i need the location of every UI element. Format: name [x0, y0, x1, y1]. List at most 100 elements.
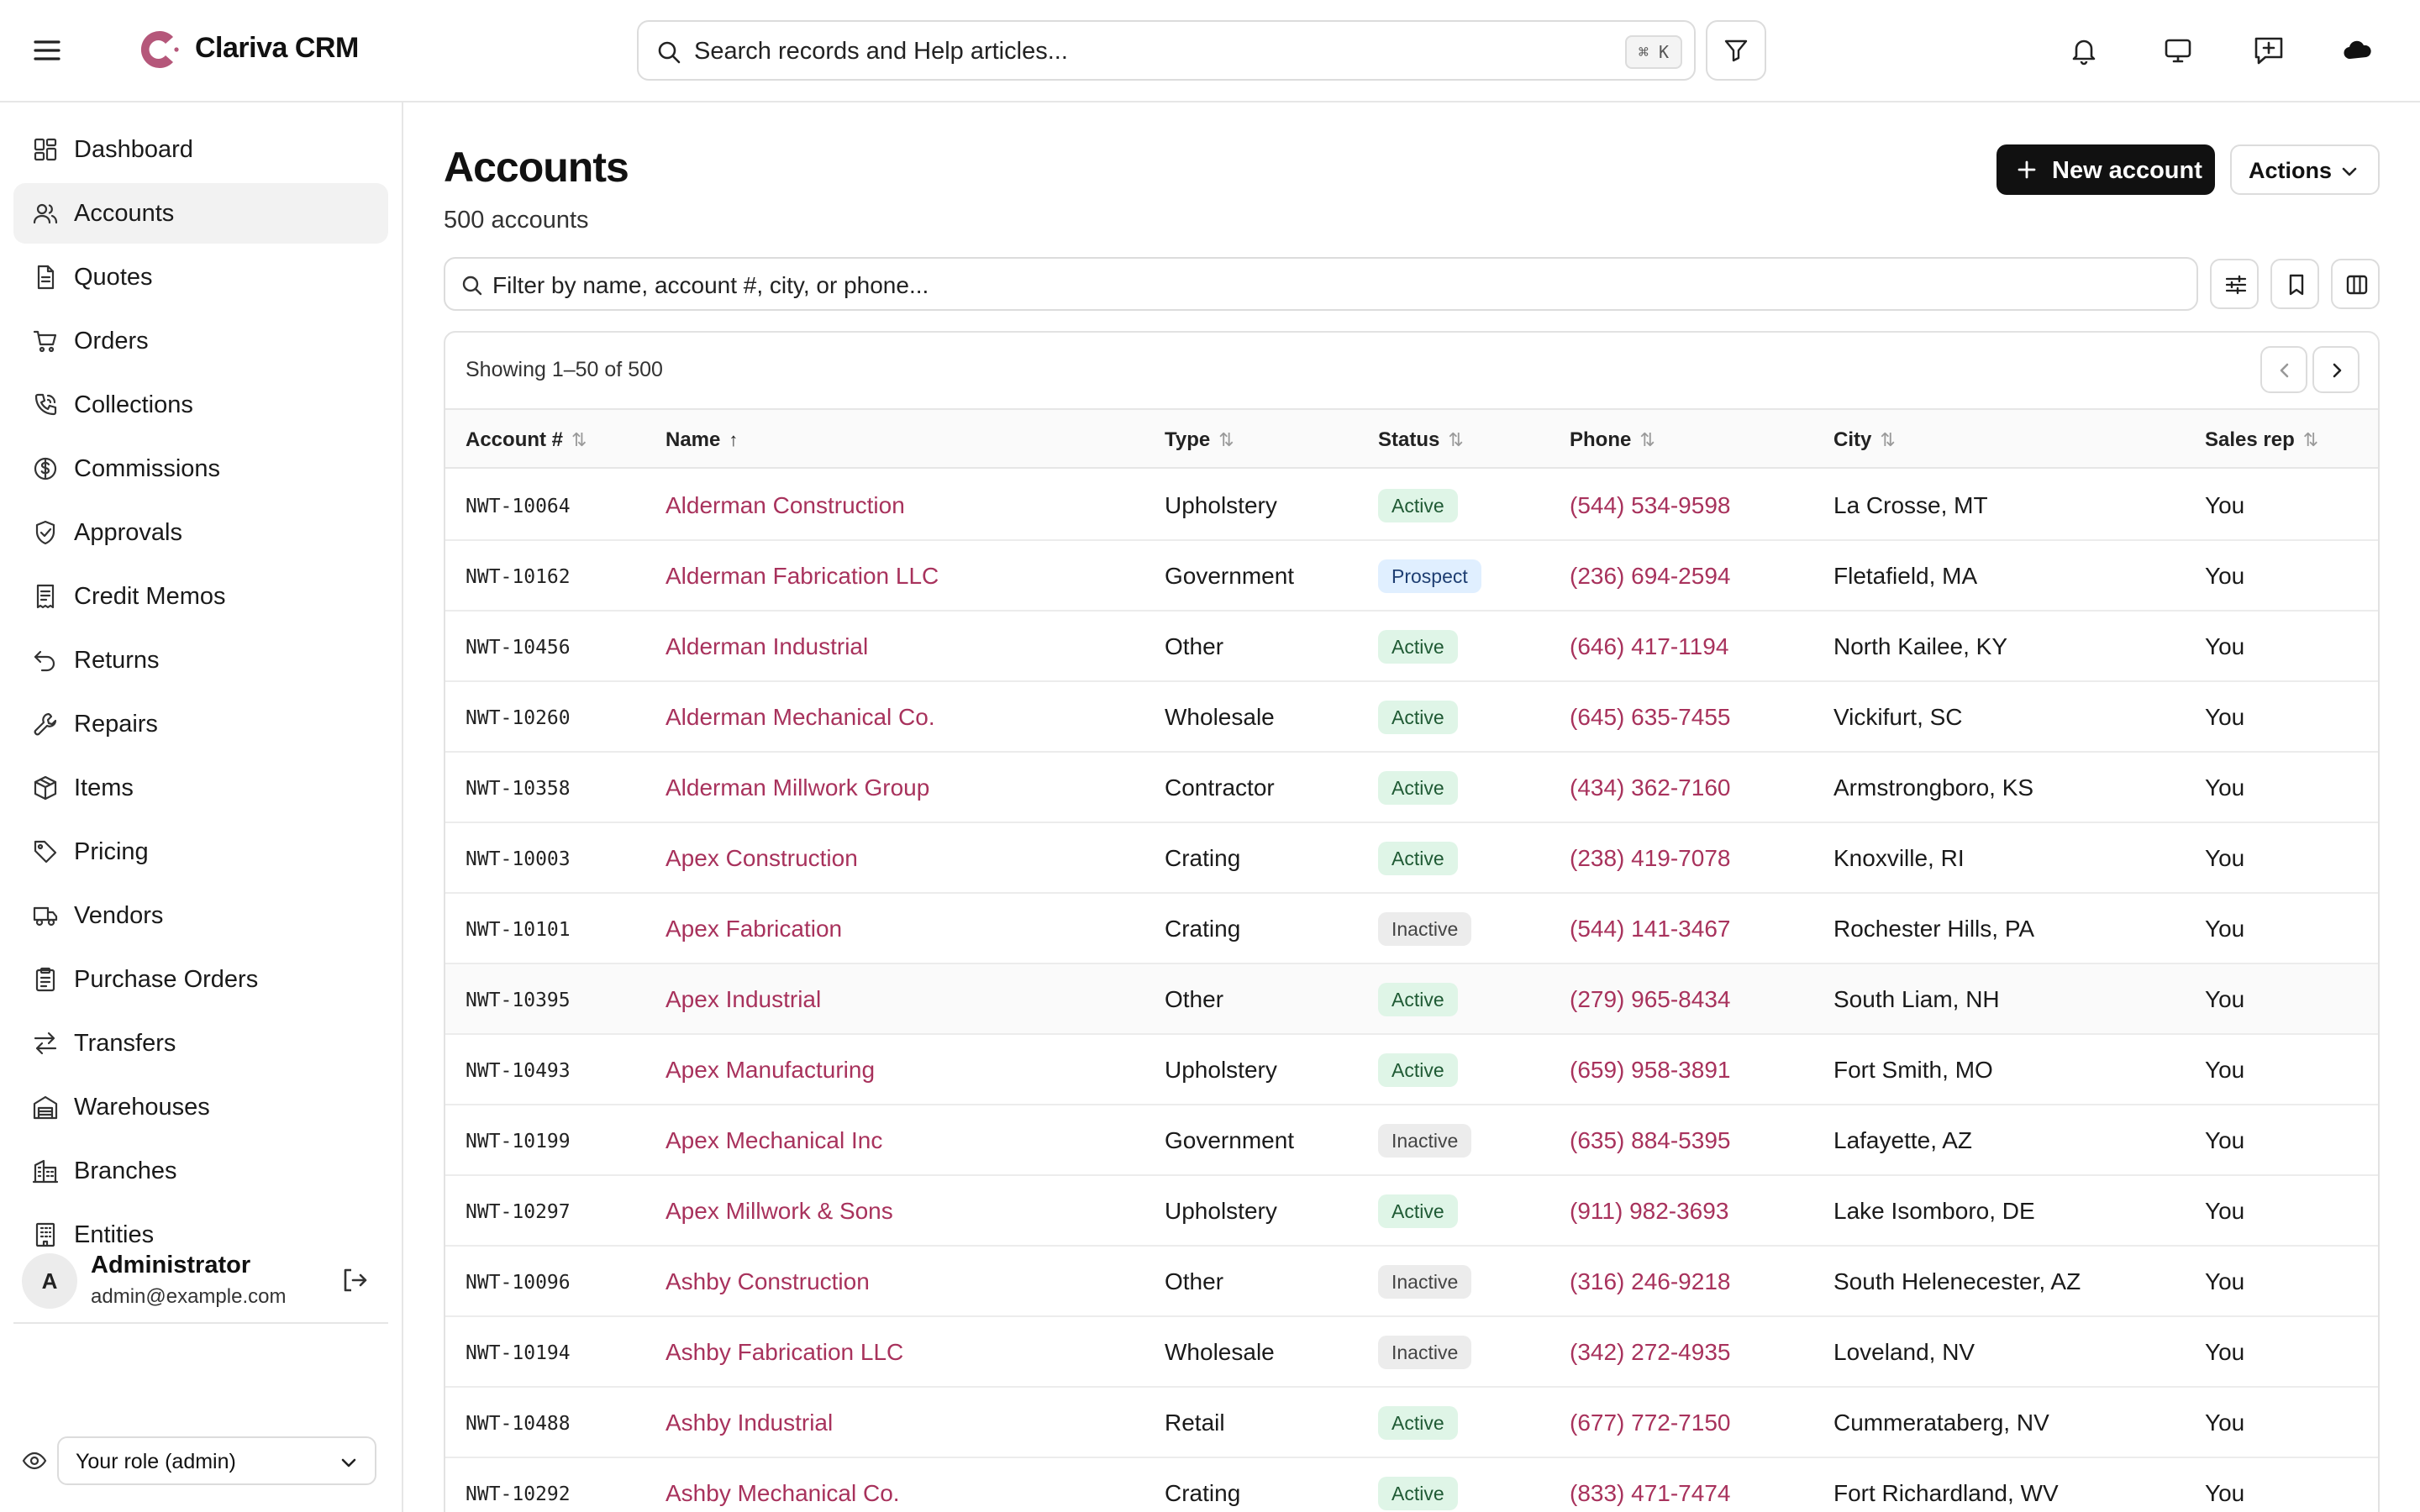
account-name-link[interactable]: Apex Millwork & Sons	[666, 1198, 893, 1225]
table-filter-input[interactable]: Filter by name, account #, city, or phon…	[444, 257, 2198, 311]
sidebar-item-transfers[interactable]: Transfers	[13, 1013, 388, 1074]
account-name-link[interactable]: Apex Construction	[666, 845, 858, 872]
account-name-link[interactable]: Alderman Construction	[666, 492, 905, 519]
actions-button[interactable]: Actions	[2230, 144, 2380, 195]
sidebar-item-returns[interactable]: Returns	[13, 630, 388, 690]
account-name-link[interactable]: Ashby Construction	[666, 1268, 870, 1295]
account-name-link[interactable]: Alderman Mechanical Co.	[666, 704, 935, 731]
sidebar-item-approvals[interactable]: Approvals	[13, 502, 388, 563]
menu-icon[interactable]	[30, 34, 64, 67]
brand-logo-icon[interactable]	[134, 25, 183, 74]
phone-link[interactable]: (434) 362-7160	[1570, 774, 1730, 801]
monitor-icon[interactable]	[2161, 34, 2195, 67]
message-plus-icon[interactable]	[2252, 34, 2286, 67]
previous-page-button[interactable]	[2260, 346, 2307, 393]
account-type: Other	[1165, 633, 1224, 659]
sidebar-item-items[interactable]: Items	[13, 758, 388, 818]
sidebar-item-accounts[interactable]: Accounts	[13, 183, 388, 244]
account-type: Retail	[1165, 1410, 1225, 1436]
phone-link[interactable]: (544) 534-9598	[1570, 492, 1730, 519]
phone-link[interactable]: (236) 694-2594	[1570, 563, 1730, 590]
sidebar-item-label: Orders	[74, 328, 149, 354]
phone-link[interactable]: (646) 417-1194	[1570, 633, 1728, 660]
new-account-button[interactable]: New account	[1996, 144, 2215, 195]
bell-icon[interactable]	[2067, 34, 2101, 67]
account-type: Government	[1165, 563, 1295, 589]
phone-link[interactable]: (342) 272-4935	[1570, 1339, 1730, 1366]
column-header-label: Sales rep	[2205, 428, 2295, 451]
table-row[interactable]: NWT-10493 Apex Manufacturing Upholstery Act…	[445, 1035, 2378, 1105]
account-name-link[interactable]: Ashby Industrial	[666, 1410, 833, 1436]
table-row[interactable]: NWT-10297 Apex Millwork & Sons Upholstery A…	[445, 1176, 2378, 1247]
sidebar-item-warehouses[interactable]: Warehouses	[13, 1077, 388, 1137]
table-row[interactable]: NWT-10162 Alderman Fabrication LLC Governm…	[445, 541, 2378, 612]
sidebar-item-dashboard[interactable]: Dashboard	[13, 119, 388, 180]
sidebar-divider	[13, 1322, 388, 1324]
saved-views-button[interactable]	[2270, 259, 2319, 309]
avatar[interactable]: A	[22, 1253, 77, 1309]
table-row[interactable]: NWT-10456 Alderman Industrial Other Active (…	[445, 612, 2378, 682]
account-city: Loveland, NV	[1833, 1339, 1975, 1365]
phone-link[interactable]: (316) 246-9218	[1570, 1268, 1730, 1295]
column-header-account[interactable]: Account # ⇅	[466, 428, 587, 452]
table-row[interactable]: NWT-10003 Apex Construction Crating Active (…	[445, 823, 2378, 894]
sidebar-item-branches[interactable]: Branches	[13, 1141, 388, 1201]
account-city: Vickifurt, SC	[1833, 704, 1963, 730]
brand-name[interactable]: Clariva CRM	[195, 32, 359, 65]
account-name-link[interactable]: Alderman Industrial	[666, 633, 868, 660]
filter-button[interactable]	[1706, 20, 1766, 81]
phone-link[interactable]: (645) 635-7455	[1570, 704, 1730, 731]
phone-link[interactable]: (659) 958-3891	[1570, 1057, 1730, 1084]
adjust-filters-button[interactable]	[2210, 259, 2259, 309]
account-name-link[interactable]: Alderman Millwork Group	[666, 774, 929, 801]
sidebar-item-commissions[interactable]: Commissions	[13, 438, 388, 499]
table-row[interactable]: NWT-10194 Ashby Fabrication LLC Wholesale I…	[445, 1317, 2378, 1388]
account-name-link[interactable]: Apex Mechanical Inc	[666, 1127, 882, 1154]
next-page-button[interactable]	[2312, 346, 2360, 393]
global-search-input[interactable]: Search records and Help articles... ⌘ K	[637, 20, 1696, 81]
table-row[interactable]: NWT-10096 Ashby Construction Other Inactive…	[445, 1247, 2378, 1317]
sidebar-item-vendors[interactable]: Vendors	[13, 885, 388, 946]
column-header-city[interactable]: City ⇅	[1833, 428, 1896, 452]
table-row[interactable]: NWT-10064 Alderman Construction Upholstery…	[445, 470, 2378, 541]
cloud-icon[interactable]	[2341, 34, 2375, 67]
phone-link[interactable]: (279) 965-8434	[1570, 986, 1730, 1013]
table-row[interactable]: NWT-10358 Alderman Millwork Group Contract…	[445, 753, 2378, 823]
phone-link[interactable]: (544) 141-3467	[1570, 916, 1730, 942]
sidebar-item-orders[interactable]: Orders	[13, 311, 388, 371]
sidebar-item-quotes[interactable]: Quotes	[13, 247, 388, 307]
phone-link[interactable]: (677) 772-7150	[1570, 1410, 1730, 1436]
box-icon	[32, 774, 59, 801]
phone-link[interactable]: (238) 419-7078	[1570, 845, 1730, 872]
table-row[interactable]: NWT-10199 Apex Mechanical Inc Government In…	[445, 1105, 2378, 1176]
account-name-link[interactable]: Ashby Fabrication LLC	[666, 1339, 903, 1366]
table-row[interactable]: NWT-10395 Apex Industrial Other Active (279)…	[445, 964, 2378, 1035]
sidebar-item-repairs[interactable]: Repairs	[13, 694, 388, 754]
column-header-status[interactable]: Status ⇅	[1378, 428, 1464, 452]
table-row[interactable]: NWT-10260 Alderman Mechanical Co. Wholesal…	[445, 682, 2378, 753]
account-city: Rochester Hills, PA	[1833, 916, 2035, 942]
sidebar-item-pricing[interactable]: Pricing	[13, 822, 388, 882]
account-name-link[interactable]: Apex Fabrication	[666, 916, 842, 942]
account-number: NWT-10096	[466, 1272, 571, 1294]
account-name-link[interactable]: Apex Industrial	[666, 986, 821, 1013]
table-row[interactable]: NWT-10101 Apex Fabrication Crating Inactive…	[445, 894, 2378, 964]
sidebar-item-credit-memos[interactable]: Credit Memos	[13, 566, 388, 627]
column-header-type[interactable]: Type ⇅	[1165, 428, 1234, 452]
column-header-phone[interactable]: Phone ⇅	[1570, 428, 1655, 452]
role-select[interactable]: Your role (admin)	[57, 1436, 376, 1485]
table-row[interactable]: NWT-10488 Ashby Industrial Retail Active (67…	[445, 1388, 2378, 1458]
sidebar-item-collections[interactable]: Collections	[13, 375, 388, 435]
columns-button[interactable]	[2331, 259, 2380, 309]
table-row[interactable]: NWT-10292 Ashby Mechanical Co. Crating Acti…	[445, 1458, 2378, 1512]
account-name-link[interactable]: Alderman Fabrication LLC	[666, 563, 939, 590]
column-header-name[interactable]: Name ↑	[666, 428, 738, 452]
phone-link[interactable]: (833) 471-7474	[1570, 1480, 1730, 1507]
logout-icon[interactable]	[339, 1265, 370, 1295]
phone-link[interactable]: (635) 884-5395	[1570, 1127, 1730, 1154]
sidebar-item-purchase-orders[interactable]: Purchase Orders	[13, 949, 388, 1010]
account-name-link[interactable]: Apex Manufacturing	[666, 1057, 875, 1084]
account-name-link[interactable]: Ashby Mechanical Co.	[666, 1480, 900, 1507]
column-header-sales-rep[interactable]: Sales rep ⇅	[2205, 428, 2318, 452]
phone-link[interactable]: (911) 982-3693	[1570, 1198, 1728, 1225]
